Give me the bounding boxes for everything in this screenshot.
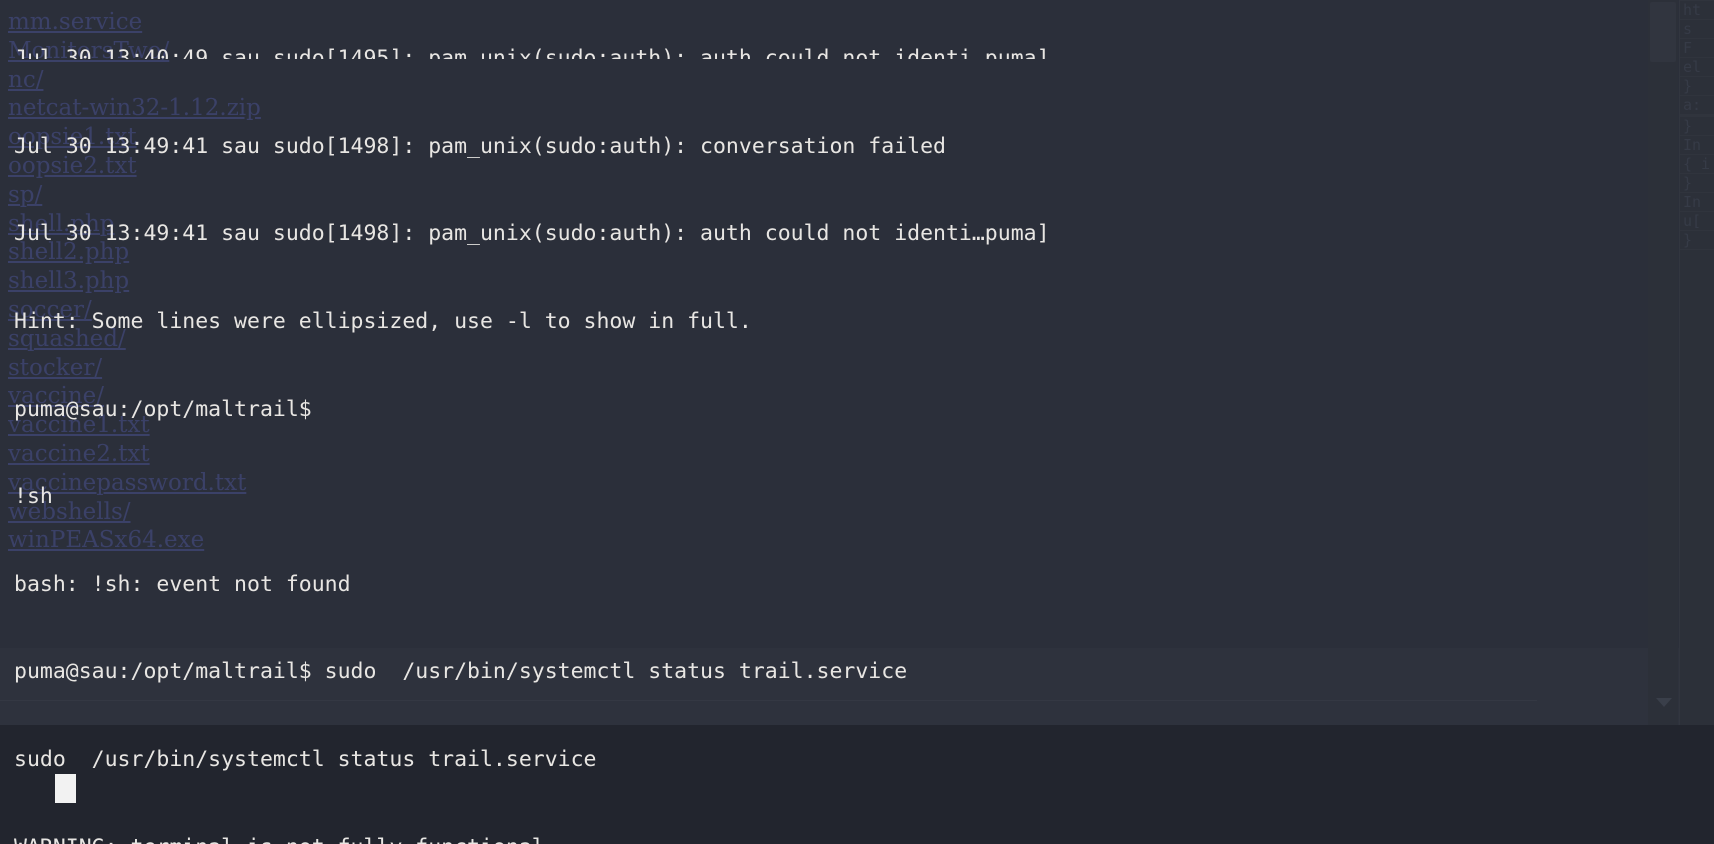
terminal-prompt-line: puma@sau:/opt/maltrail$ — [14, 396, 312, 422]
terminal-line: WARNING: terminal is not fully functiona… — [0, 833, 1714, 844]
screen: mm.service MonitorsTwo/ nc/ netcat-win32… — [0, 0, 1714, 844]
terminal-line: Jul 30 13:40:49 sau sudo[1495]: pam_unix… — [14, 46, 1050, 60]
terminal-line: !sh — [14, 484, 53, 510]
terminal-line: bash: !sh: event not found — [14, 571, 351, 597]
terminal-output[interactable]: Jul 30 13:40:49 sau sudo[1495]: pam_unix… — [0, 0, 1714, 844]
terminal-line: Jul 30 13:49:41 sau sudo[1498]: pam_unix… — [14, 133, 946, 159]
terminal-line: Hint: Some lines were ellipsized, use -l… — [14, 309, 752, 334]
terminal-cursor — [55, 774, 76, 803]
terminal-line: Jul 30 13:49:41 sau sudo[1498]: pam_unix… — [14, 221, 1050, 247]
terminal-prompt-line: puma@sau:/opt/maltrail$ sudo /usr/bin/sy… — [14, 659, 908, 685]
terminal-line: sudo /usr/bin/systemctl status trail.ser… — [14, 746, 597, 772]
